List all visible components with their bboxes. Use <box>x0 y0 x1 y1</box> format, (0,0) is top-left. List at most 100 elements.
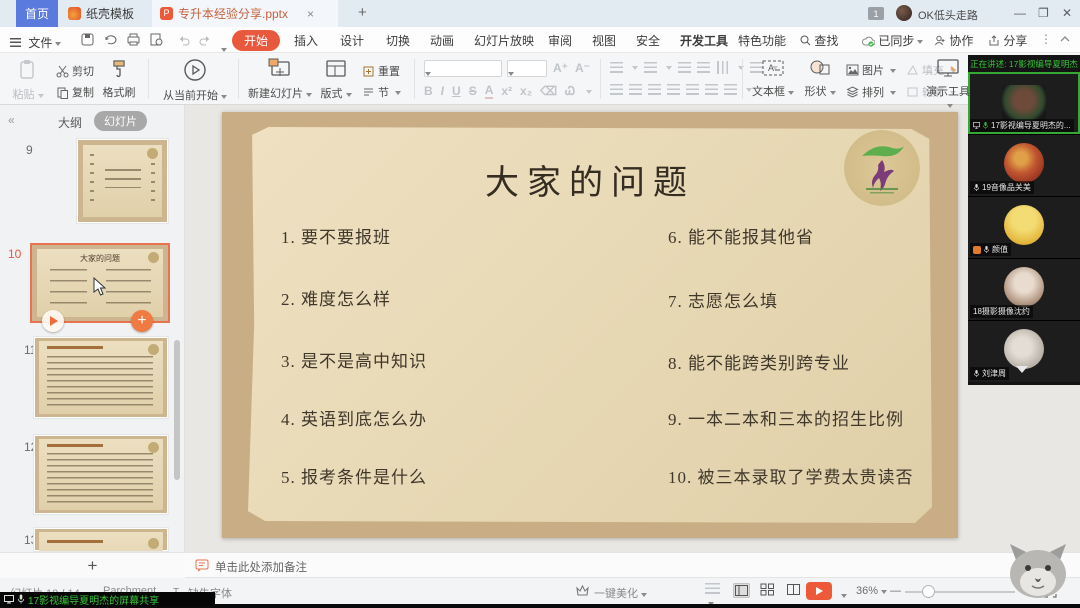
file-menu[interactable]: 文件 <box>10 34 61 51</box>
slides-tab[interactable]: 幻灯片 <box>94 111 147 131</box>
slide-title[interactable]: 大家的问题 <box>248 155 932 204</box>
font-size-select[interactable] <box>507 60 547 77</box>
font-color-button[interactable]: A <box>485 83 494 99</box>
participant-tile-2[interactable]: 19音像品关美 <box>968 134 1080 196</box>
strikethrough-button[interactable]: S <box>469 84 477 98</box>
undo-history-icon[interactable] <box>103 32 118 47</box>
superscript-button[interactable]: x² <box>501 84 512 98</box>
notes-toggle-icon[interactable] <box>705 583 722 598</box>
question-item-1[interactable]: 1. 要不要报班 <box>281 223 391 248</box>
collab-button[interactable]: 协作 <box>934 32 973 49</box>
menu-tab-review[interactable]: 审阅 <box>548 32 572 49</box>
screen-share-indicator[interactable]: 17影视编导夏明杰的屏幕共享 <box>0 592 215 606</box>
textbox-button[interactable]: A 文本框 <box>750 58 796 99</box>
bullets-icon[interactable] <box>610 62 623 73</box>
add-slide-button[interactable]: + <box>0 553 185 578</box>
present-tools-button[interactable]: 演示工具 <box>925 58 971 111</box>
menu-tab-insert[interactable]: 插入 <box>294 32 318 49</box>
slide-thumbnail-9[interactable] <box>76 138 169 224</box>
save-icon[interactable] <box>80 32 95 47</box>
print-preview-icon[interactable] <box>149 32 164 47</box>
format-painter-button[interactable]: 格式刷 <box>98 59 140 100</box>
thumb-play-button[interactable] <box>42 310 64 332</box>
normal-view-icon[interactable] <box>733 583 750 598</box>
increase-indent-icon[interactable] <box>697 62 710 73</box>
paste-button[interactable]: 粘贴 <box>10 59 46 102</box>
font-grow-shrink[interactable]: A⁺ A⁻ <box>553 61 590 75</box>
underline-button[interactable]: U <box>452 84 461 98</box>
new-tab-button[interactable]: + <box>358 4 367 21</box>
zoom-out-button[interactable]: — <box>890 585 901 597</box>
question-item-8[interactable]: 8. 能不能跨类别跨专业 <box>668 349 850 374</box>
question-item-6[interactable]: 6. 能不能报其他省 <box>668 223 814 248</box>
italic-button[interactable]: I <box>441 84 444 98</box>
question-item-9[interactable]: 9. 一本二本和三本的招生比例 <box>668 405 904 430</box>
zoom-slider-knob[interactable] <box>922 585 935 598</box>
collapse-ribbon-icon[interactable] <box>1060 32 1070 46</box>
text-effects-icon[interactable]: Ꮗ <box>565 84 575 99</box>
collapse-panel-icon[interactable]: « <box>8 113 15 127</box>
justify-icon[interactable] <box>667 84 680 95</box>
slide-thumbnail-11[interactable] <box>33 336 169 419</box>
clear-format-icon[interactable]: ⌫ <box>540 84 557 98</box>
section-button[interactable]: 节 <box>362 84 401 100</box>
minimize-button[interactable]: — <box>1014 6 1026 20</box>
user-avatar[interactable] <box>896 5 912 21</box>
menu-tab-devtools[interactable]: 开发工具 <box>680 32 728 49</box>
participant-tile-5[interactable]: 刘津周 <box>968 320 1080 382</box>
subscript-button[interactable]: x₂ <box>520 84 532 98</box>
question-item-4[interactable]: 4. 英语到底怎么办 <box>281 405 427 430</box>
thumb-add-button[interactable]: + <box>131 310 153 332</box>
menu-tab-transition[interactable]: 切换 <box>386 32 410 49</box>
question-item-3[interactable]: 3. 是不是高中知识 <box>281 347 427 372</box>
close-document-tab-icon[interactable]: × <box>307 7 314 21</box>
slideshow-play-button[interactable] <box>806 582 832 600</box>
question-item-7[interactable]: 7. 志愿怎么填 <box>668 287 778 312</box>
shapes-button[interactable]: 形状 <box>800 58 840 99</box>
current-slide[interactable]: 大家的问题 1. 要不要报班 2. 难度怎么样 3. 是不是高中知识 4. 英语… <box>222 112 958 538</box>
new-slide-button[interactable]: 新建幻灯片 <box>248 58 312 101</box>
restore-button[interactable]: ❐ <box>1038 6 1049 20</box>
scroll-down-icon[interactable] <box>1016 366 1028 379</box>
bold-button[interactable]: B <box>424 84 433 98</box>
menu-tab-design[interactable]: 设计 <box>340 32 364 49</box>
menu-tab-security[interactable]: 安全 <box>636 32 660 49</box>
picture-button[interactable]: 图片 <box>846 62 896 78</box>
copy-button[interactable]: 复制 <box>56 84 94 100</box>
participant-tile-1[interactable]: 17影视编导夏明杰的... <box>968 72 1080 134</box>
text-align-vert-icon[interactable] <box>724 84 737 95</box>
question-item-5[interactable]: 5. 报考条件是什么 <box>281 463 427 488</box>
question-item-2[interactable]: 2. 难度怎么样 <box>281 285 391 310</box>
align-center-icon[interactable] <box>629 84 642 95</box>
close-button[interactable]: ✕ <box>1062 6 1072 20</box>
slide-thumbnail-12[interactable] <box>33 434 169 515</box>
search-menu[interactable]: 查找 <box>800 32 838 49</box>
menu-tab-slideshow[interactable]: 幻灯片放映 <box>474 32 534 49</box>
reading-view-icon[interactable] <box>786 583 803 598</box>
question-item-10[interactable]: 10. 被三本录取了学费太贵读否 <box>668 463 914 488</box>
beautify-button[interactable]: 一键美化 <box>594 585 647 601</box>
layout-button[interactable]: 版式 <box>316 58 356 101</box>
columns-icon[interactable] <box>705 84 718 95</box>
align-right-icon[interactable] <box>648 84 661 95</box>
text-direction-icon[interactable] <box>717 61 728 74</box>
notification-badge[interactable]: 1 <box>868 7 884 20</box>
font-family-select[interactable] <box>424 60 502 77</box>
arrange-button[interactable]: 排列 <box>846 84 896 100</box>
menu-tab-features[interactable]: 特色功能 <box>738 32 786 49</box>
reset-button[interactable]: 重置 <box>362 63 400 79</box>
menubar-more-icon[interactable]: ⋮ <box>1040 32 1052 46</box>
distribute-icon[interactable] <box>686 84 699 95</box>
participant-tile-3[interactable]: 颜值 <box>968 196 1080 258</box>
increase-font-icon[interactable]: A⁺ <box>553 61 568 75</box>
menu-tab-animation[interactable]: 动画 <box>430 32 454 49</box>
redo-icon[interactable] <box>198 32 213 47</box>
decrease-indent-icon[interactable] <box>678 62 691 73</box>
notes-bar[interactable]: 单击此处添加备注 <box>185 552 1080 578</box>
document-tab[interactable]: P 专升本经验分享.pptx × <box>152 0 338 27</box>
template-tab[interactable]: 纸壳模板 <box>60 0 142 27</box>
menu-tab-home[interactable]: 开始 <box>232 30 280 51</box>
outline-tab[interactable]: 大纲 <box>58 114 82 131</box>
participant-tile-4[interactable]: 18摄影摄像沈约 <box>968 258 1080 320</box>
zoom-percent[interactable]: 36% <box>856 585 887 597</box>
